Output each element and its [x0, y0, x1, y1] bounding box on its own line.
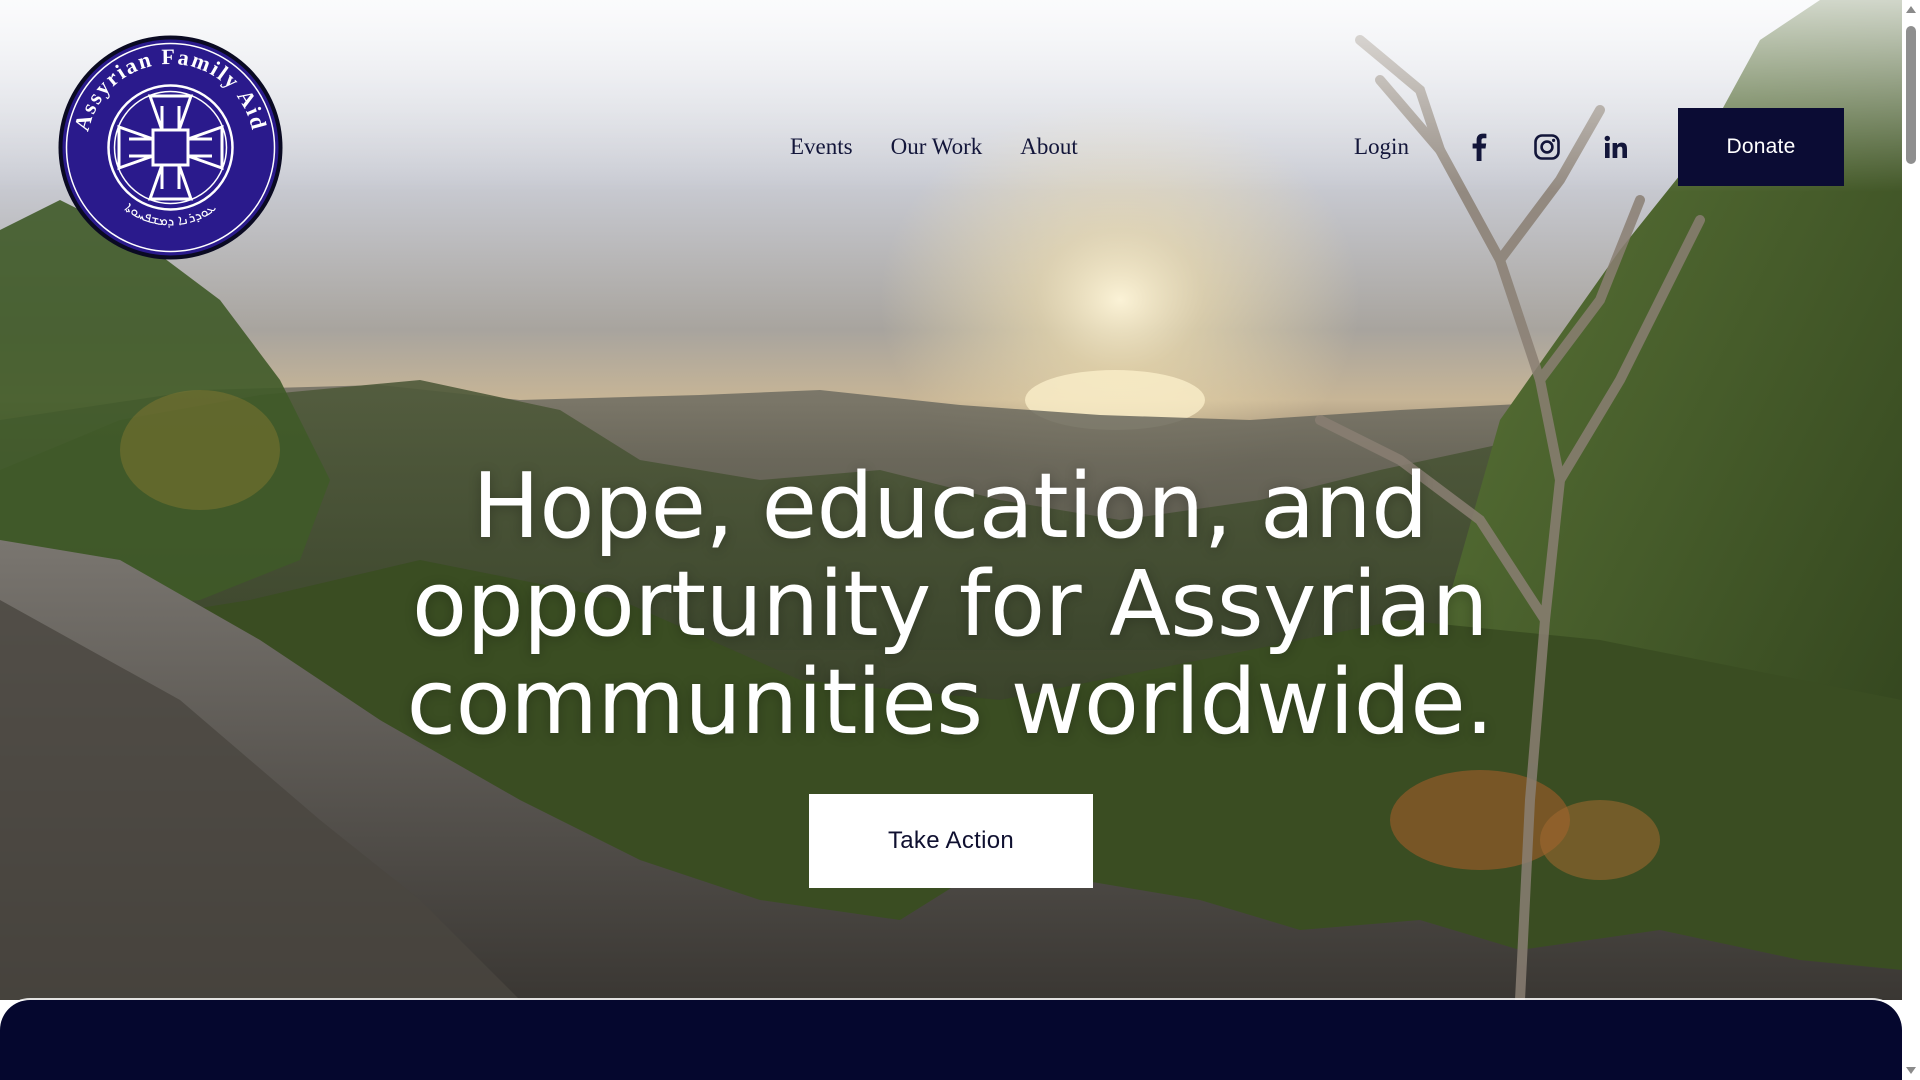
facebook-icon — [1472, 133, 1487, 161]
facebook-link[interactable] — [1463, 131, 1495, 163]
scroll-down-arrow-icon[interactable] — [1906, 1067, 1916, 1074]
linkedin-icon — [1604, 135, 1627, 158]
scroll-up-arrow-icon[interactable] — [1906, 6, 1916, 13]
nav-our-work[interactable]: Our Work — [891, 134, 983, 160]
nav-events[interactable]: Events — [790, 134, 853, 160]
site-logo[interactable]: Assyrian Family Aid ܥܘܕܪܢܐ ܕܡܫܦܚܘܬܐ — [57, 34, 284, 261]
nav-about[interactable]: About — [1020, 134, 1078, 160]
take-action-button[interactable]: Take Action — [809, 794, 1093, 888]
viewport: Assyrian Family Aid ܥܘܕܪܢܐ ܕܡܫܦܚܘܬܐ Even… — [0, 0, 1902, 1080]
donate-button[interactable]: Donate — [1678, 108, 1844, 186]
vertical-scrollbar[interactable] — [1902, 0, 1920, 1080]
hero-headline: Hope, education, and opportunity for Ass… — [406, 454, 1494, 755]
instagram-link[interactable] — [1531, 131, 1563, 163]
page: Assyrian Family Aid ܥܘܕܪܢܐ ܕܡܫܦܚܘܬܐ Even… — [0, 0, 1920, 1080]
login-link[interactable]: Login — [1354, 129, 1409, 165]
linkedin-link[interactable] — [1600, 131, 1632, 163]
instagram-icon — [1534, 134, 1560, 160]
scroll-thumb[interactable] — [1906, 26, 1916, 164]
next-section-panel — [0, 1000, 1902, 1080]
main-nav: Events Our Work About — [790, 129, 1078, 165]
site-header: Assyrian Family Aid ܥܘܕܪܢܐ ܕܡܫܦܚܘܬܐ Even… — [0, 0, 1902, 300]
